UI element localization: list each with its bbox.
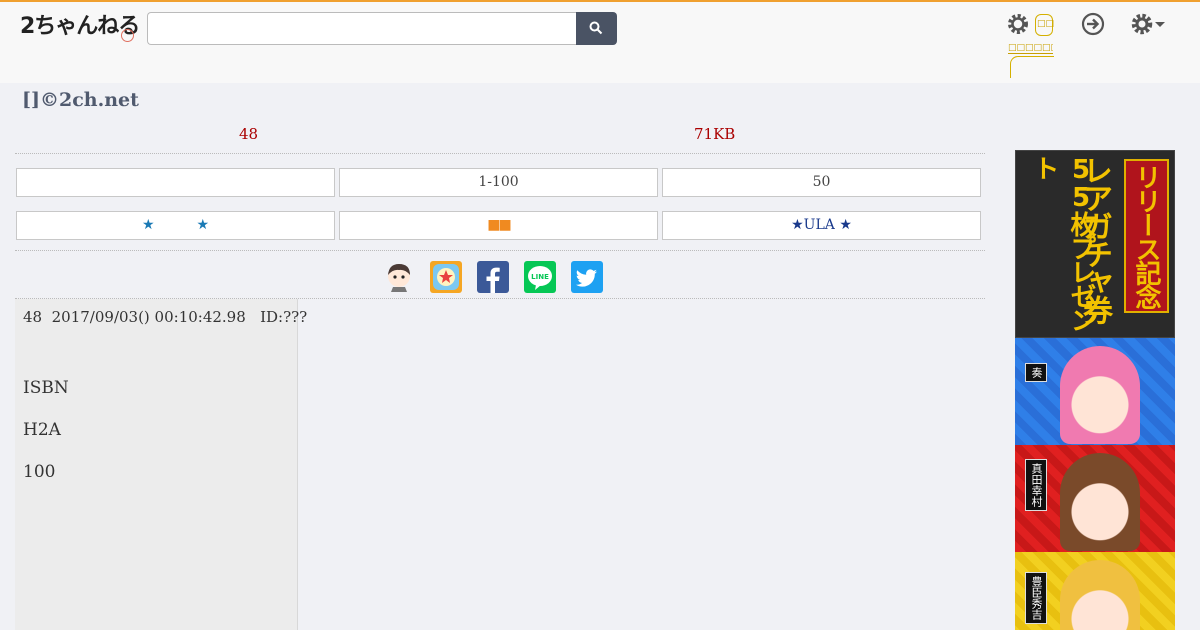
- notification-box-label: □□: [1037, 19, 1055, 29]
- character-illustration: [1060, 560, 1140, 630]
- facebook-icon: [486, 267, 500, 293]
- thread-size: 71KB: [694, 125, 736, 143]
- promo-link-ula[interactable]: ★ULA ★: [662, 211, 981, 240]
- side-ad-banner[interactable]: リリース記念 レアガチャ券 55枚プレゼント 奏 真田幸村 豊臣秀吉: [1015, 150, 1175, 630]
- svg-text:LINE: LINE: [531, 273, 549, 281]
- promo-link-2[interactable]: ■■: [339, 211, 658, 240]
- search-input[interactable]: [147, 12, 577, 45]
- share-facebook-button[interactable]: [477, 261, 509, 293]
- ad-headline-panel: リリース記念 レアガチャ券 55枚プレゼント: [1015, 150, 1175, 338]
- post-count: 48: [239, 125, 259, 143]
- ad-character-panel: 真田幸村: [1015, 445, 1175, 552]
- search-button[interactable]: [576, 12, 617, 45]
- promo-link-1[interactable]: ★ ★: [16, 211, 335, 240]
- nav-latest-button[interactable]: 50: [662, 168, 981, 197]
- character-illustration: [1060, 453, 1140, 551]
- ad-character-panel: 奏: [1015, 338, 1175, 445]
- ad-text-present: 55枚プレゼント: [1029, 155, 1096, 331]
- post-line: 100: [23, 462, 56, 482]
- post-line: ISBN: [23, 378, 69, 398]
- ad-character-panel: 豊臣秀吉: [1015, 552, 1175, 630]
- ad-text-release: リリース記念: [1124, 159, 1169, 313]
- nav-range-button[interactable]: 1-100: [339, 168, 658, 197]
- share-line-button[interactable]: LINE: [524, 261, 556, 293]
- post-line: H2A: [23, 420, 61, 440]
- logo-badge-icon: [121, 29, 134, 42]
- login-icon: [1081, 12, 1105, 36]
- line-icon: LINE: [528, 266, 552, 290]
- login-button[interactable]: [1081, 12, 1105, 40]
- post-column: [15, 299, 298, 630]
- share-character-button[interactable]: [383, 261, 415, 293]
- gear-icon: [1008, 14, 1028, 34]
- board-settings-button[interactable]: [1006, 12, 1030, 40]
- post-header: 48 2017/09/03() 00:10:42.98 ID:???: [23, 308, 308, 326]
- top-bar: 2ちゃんねる □□ □□□□□□□: [0, 0, 1200, 83]
- character-label: 奏: [1025, 363, 1047, 382]
- share-app-button[interactable]: [430, 261, 462, 293]
- settings-gear-icon: [1131, 13, 1165, 35]
- twitter-icon: [576, 269, 597, 287]
- notification-label: □□□□□□□: [1008, 43, 1053, 54]
- notification-bracket: [1010, 56, 1054, 78]
- notification-box[interactable]: □□: [1035, 14, 1055, 36]
- character-illustration: [1060, 346, 1140, 444]
- app-icon: [433, 264, 459, 290]
- character-icon: [388, 264, 410, 292]
- search-icon: [589, 21, 603, 35]
- chevron-down-icon: [1155, 22, 1165, 27]
- share-twitter-button[interactable]: [571, 261, 603, 293]
- divider: [15, 153, 985, 154]
- character-label: 豊臣秀吉: [1025, 572, 1047, 624]
- divider: [15, 250, 985, 251]
- character-label: 真田幸村: [1025, 459, 1047, 511]
- thread-title: []©2ch.net: [22, 89, 139, 111]
- settings-menu-button[interactable]: [1130, 12, 1168, 40]
- nav-all-button[interactable]: [16, 168, 335, 197]
